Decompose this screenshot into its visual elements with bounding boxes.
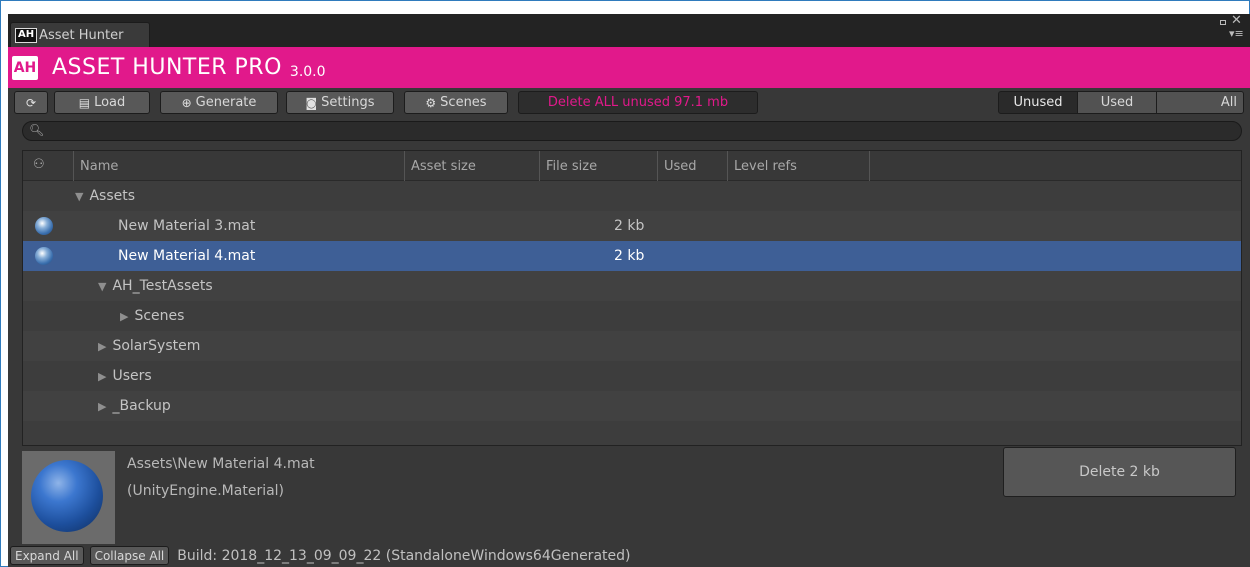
tree-row-material-4[interactable]: New Material 4.mat 2 kb: [23, 241, 1241, 271]
tab-label: Asset Hunter: [39, 27, 124, 43]
selected-asset-path: Assets\New Material 4.mat: [127, 456, 315, 472]
ah-logo-icon: AH: [15, 27, 38, 43]
settings-label: Settings: [321, 95, 375, 110]
column-used[interactable]: Used: [657, 151, 727, 181]
load-label: Load: [94, 95, 126, 110]
column-header: ⚇ Name Asset size File size Used Level r…: [23, 151, 1241, 181]
tree-row-users[interactable]: ▶ Users: [23, 361, 1241, 391]
tree-row-ah-testassets[interactable]: ▼ AH_TestAssets: [23, 271, 1241, 301]
row-label: Users: [112, 368, 152, 384]
search-field[interactable]: 🔍︎: [22, 121, 1242, 141]
tree-row-material-3[interactable]: New Material 3.mat 2 kb: [23, 211, 1241, 241]
row-label: AH_TestAssets: [112, 278, 213, 294]
refresh-icon: ⟳: [25, 95, 37, 110]
scenes-button[interactable]: ⚙ Scenes: [404, 91, 508, 114]
tree-row-empty: [23, 421, 1241, 445]
collapse-arrow-icon[interactable]: ▶: [98, 340, 106, 353]
search-icon: 🔍︎: [29, 123, 45, 137]
collapse-arrow-icon[interactable]: ▶: [98, 400, 106, 413]
expand-all-button[interactable]: Expand All: [10, 546, 84, 565]
unity-scene-icon: ⚙: [425, 95, 437, 110]
row-label: New Material 4.mat: [118, 248, 256, 264]
row-file-size: 2 kb: [614, 218, 645, 234]
footer-bar: Expand All Collapse All Build: 2018_12_1…: [8, 544, 1250, 567]
row-label: SolarSystem: [112, 338, 201, 354]
asset-tree: ⚇ Name Asset size File size Used Level r…: [22, 150, 1242, 446]
column-name[interactable]: Name: [73, 151, 401, 181]
material-icon: [35, 247, 53, 265]
material-icon: [35, 217, 53, 235]
row-label: New Material 3.mat: [118, 218, 256, 234]
row-label: Assets: [89, 188, 136, 204]
tab-bar: AH Asset Hunter ✕ ▾≡: [8, 14, 1250, 47]
tree-row-assets[interactable]: ▼ Assets: [23, 181, 1241, 211]
row-label: Scenes: [134, 308, 185, 324]
selected-asset-type: (UnityEngine.Material): [127, 483, 285, 499]
toolbar: ⟳ ▤ Load ⊕ Generate ◙ Settings ⚙ Scenes …: [8, 90, 1250, 116]
menu-icon[interactable]: ▾≡: [1229, 28, 1244, 39]
window-controls: ✕ ▾≡: [1216, 14, 1246, 42]
document-icon: ▤: [78, 95, 91, 110]
search-input[interactable]: [45, 123, 1235, 139]
asset-type-icon: ⚇: [33, 157, 45, 172]
column-asset-size[interactable]: Asset size: [404, 151, 539, 181]
selection-info: Assets\New Material 4.mat (UnityEngine.M…: [127, 451, 315, 505]
filter-used[interactable]: Used: [1077, 91, 1157, 114]
header-banner: AH ASSET HUNTER PRO 3.0.0: [8, 47, 1250, 88]
asset-hunter-window: AH Asset Hunter ✕ ▾≡ AH ASSET HUNTER PRO…: [8, 14, 1250, 567]
tree-row-solarsystem[interactable]: ▶ SolarSystem: [23, 331, 1241, 361]
expand-arrow-icon[interactable]: ▼: [75, 190, 83, 203]
app-version: 3.0.0: [289, 63, 326, 80]
settings-button[interactable]: ◙ Settings: [286, 91, 394, 114]
close-icon[interactable]: ✕: [1231, 14, 1242, 27]
delete-selected-button[interactable]: Delete 2 kb: [1003, 447, 1236, 497]
delete-all-unused-button[interactable]: Delete ALL unused 97.1 mb: [518, 91, 758, 114]
generate-label: Generate: [195, 95, 257, 110]
scenes-label: Scenes: [440, 95, 487, 110]
plus-circle-icon: ⊕: [181, 95, 192, 110]
tree-row-scenes[interactable]: ▶ Scenes: [23, 301, 1241, 331]
expand-arrow-icon[interactable]: ▼: [98, 280, 106, 293]
filter-all[interactable]: All: [1156, 91, 1244, 114]
collapse-all-button[interactable]: Collapse All: [89, 546, 170, 565]
build-info: Build: 2018_12_13_09_09_22 (StandaloneWi…: [177, 547, 631, 564]
generate-button[interactable]: ⊕ Generate: [160, 91, 278, 114]
tab-asset-hunter[interactable]: AH Asset Hunter: [10, 22, 150, 47]
material-preview-sphere: [31, 460, 103, 532]
row-label: _Backup: [112, 398, 171, 414]
settings-icon: ◙: [305, 95, 318, 110]
row-file-size: 2 kb: [614, 248, 645, 264]
asset-preview: [22, 451, 115, 544]
load-button[interactable]: ▤ Load: [54, 91, 150, 114]
column-divider: [869, 151, 876, 181]
ah-logo-icon: AH: [12, 55, 38, 80]
column-file-size[interactable]: File size: [539, 151, 657, 181]
column-level-refs[interactable]: Level refs: [727, 151, 869, 181]
collapse-arrow-icon[interactable]: ▶: [98, 370, 106, 383]
maximize-icon[interactable]: [1220, 20, 1226, 25]
tree-row-backup[interactable]: ▶ _Backup: [23, 391, 1241, 421]
filter-unused[interactable]: Unused: [998, 91, 1078, 114]
collapse-arrow-icon[interactable]: ▶: [120, 310, 128, 323]
refresh-button[interactable]: ⟳: [14, 91, 48, 114]
app-title: ASSET HUNTER PRO: [52, 55, 282, 80]
